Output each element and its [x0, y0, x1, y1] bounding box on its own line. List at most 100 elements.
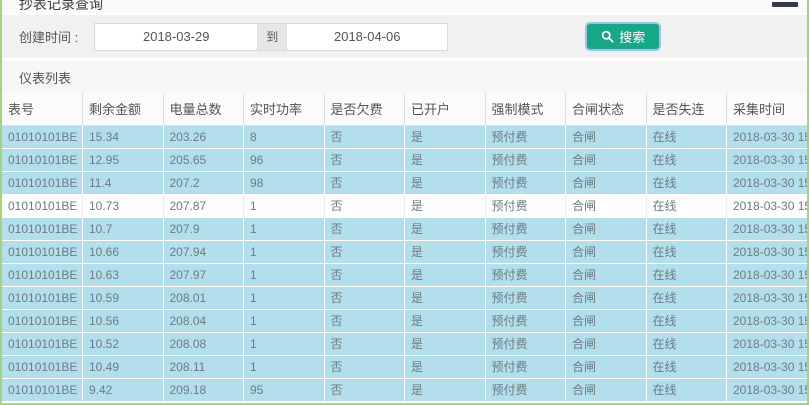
table-cell: 合闸 — [566, 148, 647, 171]
table-cell: 2018-03-30 15:1 — [727, 194, 808, 217]
table-cell: 15.34 — [83, 125, 164, 148]
table-cell: 207.94 — [163, 240, 244, 263]
table-cell: 合闸 — [566, 286, 647, 309]
column-header: 已开户 — [405, 93, 486, 125]
to-label: 到 — [258, 23, 286, 51]
table-cell: 预付费 — [485, 332, 566, 355]
table-cell: 是 — [405, 148, 486, 171]
table-cell: 是 — [405, 355, 486, 378]
table-cell: 合闸 — [566, 217, 647, 240]
table-cell: 10.59 — [83, 286, 164, 309]
table-cell: 预付费 — [485, 148, 566, 171]
table-cell: 2018-03-30 15:1 — [727, 332, 808, 355]
table-cell: 是 — [405, 378, 486, 401]
table-cell: 合闸 — [566, 378, 647, 401]
table-cell: 2018-03-30 15:1 — [727, 355, 808, 378]
table-cell: 否 — [324, 332, 405, 355]
table-row[interactable]: 01010101BE10.49208.111否是预付费合闸在线2018-03-3… — [2, 355, 807, 378]
table-cell: 预付费 — [485, 240, 566, 263]
table-cell: 是 — [405, 125, 486, 148]
table-cell: 1 — [244, 309, 325, 332]
panel-title: 抄表记录查询 — [19, 0, 103, 13]
table-cell: 01010101BE — [2, 194, 83, 217]
table-row[interactable]: 01010101BE15.34203.268否是预付费合闸在线2018-03-3… — [2, 125, 807, 148]
meter-record-panel: 抄表记录查询 创建时间 : 到 搜索 仪表列表 表号剩余金额电量总数实时功率是否… — [0, 0, 809, 405]
table-cell: 在线 — [646, 171, 727, 194]
table-cell: 合闸 — [566, 125, 647, 148]
table-cell: 9.42 — [83, 378, 164, 401]
search-button[interactable]: 搜索 — [587, 24, 659, 49]
table-row[interactable]: 01010101BE10.59208.011否是预付费合闸在线2018-03-3… — [2, 286, 807, 309]
table-cell: 207.97 — [163, 263, 244, 286]
table-cell: 合闸 — [566, 309, 647, 332]
date-to-input[interactable] — [286, 23, 448, 51]
column-header: 是否失连 — [646, 93, 727, 125]
column-header: 电量总数 — [163, 93, 244, 125]
table-cell: 208.01 — [163, 286, 244, 309]
table-row[interactable]: 01010101BE10.63207.971否是预付费合闸在线2018-03-3… — [2, 263, 807, 286]
table-cell: 10.63 — [83, 263, 164, 286]
table-cell: 208.11 — [163, 355, 244, 378]
table-cell: 是 — [405, 240, 486, 263]
table-row[interactable]: 01010101BE9.42209.1895否是预付费合闸在线2018-03-3… — [2, 378, 807, 401]
table-cell: 否 — [324, 125, 405, 148]
meter-table: 表号剩余金额电量总数实时功率是否欠费已开户强制模式合闸状态是否失连采集时间 01… — [2, 93, 807, 402]
table-cell: 是 — [405, 217, 486, 240]
table-header: 表号剩余金额电量总数实时功率是否欠费已开户强制模式合闸状态是否失连采集时间 — [2, 93, 807, 125]
table-cell: 预付费 — [485, 378, 566, 401]
table-cell: 01010101BE — [2, 332, 83, 355]
table-cell: 否 — [324, 263, 405, 286]
table-cell: 预付费 — [485, 309, 566, 332]
column-header: 剩余金额 — [83, 93, 164, 125]
table-cell: 否 — [324, 240, 405, 263]
table-cell: 是 — [405, 171, 486, 194]
date-range-group: 到 — [94, 23, 448, 51]
table-cell: 在线 — [646, 217, 727, 240]
table-cell: 01010101BE — [2, 263, 83, 286]
table-cell: 是 — [405, 286, 486, 309]
column-header: 是否欠费 — [324, 93, 405, 125]
table-cell: 207.87 — [163, 194, 244, 217]
minimize-icon[interactable] — [772, 2, 798, 7]
table-row[interactable]: 01010101BE10.56208.041否是预付费合闸在线2018-03-3… — [2, 309, 807, 332]
table-cell: 1 — [244, 355, 325, 378]
search-toolbar: 创建时间 : 到 搜索 — [2, 15, 807, 58]
table-cell: 2018-03-30 15:1 — [727, 217, 808, 240]
table-cell: 2018-03-30 15:1 — [727, 240, 808, 263]
table-cell: 1 — [244, 286, 325, 309]
table-cell: 208.08 — [163, 332, 244, 355]
table-cell: 2018-03-30 15:1 — [727, 125, 808, 148]
table-row[interactable]: 01010101BE12.95205.6596否是预付费合闸在线2018-03-… — [2, 148, 807, 171]
panel-title-bar: 抄表记录查询 — [2, 0, 807, 13]
table-cell: 1 — [244, 217, 325, 240]
table-cell: 12.95 — [83, 148, 164, 171]
table-cell: 预付费 — [485, 286, 566, 309]
table-cell: 10.52 — [83, 332, 164, 355]
table-cell: 是 — [405, 309, 486, 332]
date-from-input[interactable] — [94, 23, 258, 51]
search-icon — [601, 30, 614, 43]
table-row[interactable]: 01010101BE10.7207.91否是预付费合闸在线2018-03-30 … — [2, 217, 807, 240]
table-cell: 96 — [244, 148, 325, 171]
table-row[interactable]: 01010101BE10.52208.081否是预付费合闸在线2018-03-3… — [2, 332, 807, 355]
table-cell: 预付费 — [485, 171, 566, 194]
table-cell: 合闸 — [566, 263, 647, 286]
column-header: 强制模式 — [485, 93, 566, 125]
table-cell: 在线 — [646, 286, 727, 309]
table-cell: 否 — [324, 217, 405, 240]
table-cell: 1 — [244, 263, 325, 286]
table-cell: 是 — [405, 332, 486, 355]
table-cell: 2018-03-30 15:1 — [727, 378, 808, 401]
search-button-label: 搜索 — [619, 27, 645, 46]
table-cell: 2018-03-30 15:1 — [727, 263, 808, 286]
table-cell: 2018-03-30 15:1 — [727, 148, 808, 171]
table-cell: 预付费 — [485, 194, 566, 217]
table-cell: 10.49 — [83, 355, 164, 378]
meter-list-section-header: 仪表列表 — [2, 61, 807, 93]
column-header: 合闸状态 — [566, 93, 647, 125]
table-row[interactable]: 01010101BE10.66207.941否是预付费合闸在线2018-03-3… — [2, 240, 807, 263]
table-row[interactable]: 01010101BE11.4207.298否是预付费合闸在线2018-03-30… — [2, 171, 807, 194]
table-cell: 01010101BE — [2, 125, 83, 148]
table-cell: 01010101BE — [2, 378, 83, 401]
table-row[interactable]: 01010101BE10.73207.871否是预付费合闸在线2018-03-3… — [2, 194, 807, 217]
